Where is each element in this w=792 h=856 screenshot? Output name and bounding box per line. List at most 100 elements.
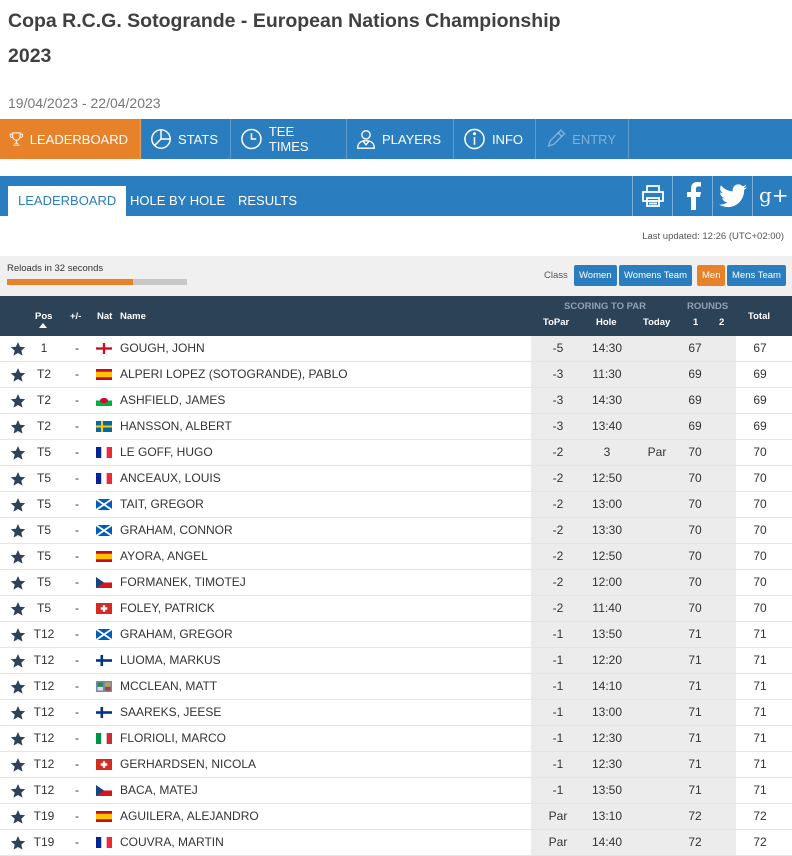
col-topar: ToPar bbox=[543, 317, 570, 328]
table-row[interactable]: T5 - AYORA, ANGEL -2 12:50 70 70 bbox=[0, 544, 792, 570]
cell-total: 70 bbox=[753, 575, 767, 589]
table-row[interactable]: T5 - LE GOFF, HUGO -2 3 Par 70 70 bbox=[0, 440, 792, 466]
col-round-1: 1 bbox=[693, 317, 699, 328]
favorite-star-icon[interactable] bbox=[10, 679, 26, 698]
table-row[interactable]: 1 - GOUGH, JOHN -5 14:30 67 67 bbox=[0, 336, 792, 362]
tab-leaderboard[interactable]: LEADERBOARD bbox=[8, 186, 127, 216]
table-row[interactable]: T12 - FLORIOLI, MARCO -1 12:30 71 71 bbox=[0, 726, 792, 752]
page-title: Copa R.C.G. Sotogrande - European Nation… bbox=[8, 10, 561, 67]
table-row[interactable]: T2 - ALPERI LOPEZ (SOTOGRANDE), PABLO -3 11:… bbox=[0, 362, 792, 388]
cell-name[interactable]: BACA, MATEJ bbox=[120, 778, 520, 803]
cell-name[interactable]: SAAREKS, JEESE bbox=[120, 700, 520, 725]
cell-name[interactable]: GOUGH, JOHN bbox=[120, 336, 520, 361]
class-women[interactable]: Women bbox=[574, 265, 617, 286]
table-row[interactable]: T12 - GRAHAM, GREGOR -1 13:50 71 71 bbox=[0, 622, 792, 648]
table-row[interactable]: T5 - GRAHAM, CONNOR -2 13:30 70 70 bbox=[0, 518, 792, 544]
table-row[interactable]: T5 - ANCEAUX, LOUIS -2 12:50 70 70 bbox=[0, 466, 792, 492]
cell-name[interactable]: COUVRA, MARTIN bbox=[120, 830, 520, 855]
cell-pos: T5 bbox=[36, 497, 51, 511]
cell-topar: -2 bbox=[552, 445, 564, 459]
cell-name[interactable]: HANSSON, ALBERT bbox=[120, 414, 520, 439]
favorite-star-icon[interactable] bbox=[10, 731, 26, 750]
tab-hole-by-hole[interactable]: HOLE BY HOLE bbox=[130, 186, 225, 216]
favorite-star-icon[interactable] bbox=[10, 471, 26, 490]
nav-tee-times[interactable]: TEE TIMES bbox=[231, 119, 347, 159]
cell-topar: -1 bbox=[552, 705, 564, 719]
tab-results[interactable]: RESULTS bbox=[238, 186, 297, 216]
favorite-star-icon[interactable] bbox=[10, 783, 26, 802]
favorite-star-icon[interactable] bbox=[10, 575, 26, 594]
table-row[interactable]: T12 - MCCLEAN, MATT -1 14:10 71 71 bbox=[0, 674, 792, 700]
favorite-star-icon[interactable] bbox=[10, 523, 26, 542]
cell-name[interactable]: GERHARDSEN, NICOLA bbox=[120, 752, 520, 777]
pie-chart-icon bbox=[151, 129, 171, 149]
cell-name[interactable]: ANCEAUX, LOUIS bbox=[120, 466, 520, 491]
table-row[interactable]: T12 - BACA, MATEJ -1 13:50 71 71 bbox=[0, 778, 792, 804]
favorite-star-icon[interactable] bbox=[10, 601, 26, 620]
google-plus-button[interactable]: g+ bbox=[752, 176, 792, 216]
favorite-star-icon[interactable] bbox=[10, 835, 26, 854]
cell-name[interactable]: GRAHAM, GREGOR bbox=[120, 622, 520, 647]
favorite-star-icon[interactable] bbox=[10, 419, 26, 438]
cell-change: - bbox=[75, 653, 79, 667]
nav-stats[interactable]: STATS bbox=[141, 119, 231, 159]
favorite-star-icon[interactable] bbox=[10, 341, 26, 360]
table-row[interactable]: T12 - SAAREKS, JEESE -1 13:00 71 71 bbox=[0, 700, 792, 726]
sub-nav: LEADERBOARD HOLE BY HOLE RESULTS g+ bbox=[0, 176, 792, 216]
favorite-star-icon[interactable] bbox=[10, 393, 26, 412]
cell-name[interactable]: AGUILERA, ALEJANDRO bbox=[120, 804, 520, 829]
twitter-button[interactable] bbox=[712, 176, 752, 216]
table-row[interactable]: T2 - ASHFIELD, JAMES -3 14:30 69 69 bbox=[0, 388, 792, 414]
flag-fra-icon bbox=[96, 447, 112, 458]
flag-irl-icon bbox=[96, 681, 112, 692]
col-change: +/- bbox=[70, 311, 82, 322]
favorite-star-icon[interactable] bbox=[10, 367, 26, 386]
cell-pos: T12 bbox=[33, 705, 55, 719]
favorite-star-icon[interactable] bbox=[10, 653, 26, 672]
cell-name[interactable]: GRAHAM, CONNOR bbox=[120, 518, 520, 543]
cell-change: - bbox=[75, 419, 79, 433]
favorite-star-icon[interactable] bbox=[10, 445, 26, 464]
class-mens-team[interactable]: Mens Team bbox=[727, 265, 786, 286]
nav-players-label: PLAYERS bbox=[381, 131, 441, 147]
favorite-star-icon[interactable] bbox=[10, 627, 26, 646]
favorite-star-icon[interactable] bbox=[10, 757, 26, 776]
table-row[interactable]: T12 - GERHARDSEN, NICOLA -1 12:30 71 71 bbox=[0, 752, 792, 778]
cell-name[interactable]: TAIT, GREGOR bbox=[120, 492, 520, 517]
table-row[interactable]: T19 - COUVRA, MARTIN Par 14:40 72 72 bbox=[0, 830, 792, 856]
favorite-star-icon[interactable] bbox=[10, 705, 26, 724]
facebook-button[interactable] bbox=[672, 176, 712, 216]
flag-eng-icon bbox=[96, 343, 112, 354]
cell-name[interactable]: LE GOFF, HUGO bbox=[120, 440, 520, 465]
table-row[interactable]: T19 - AGUILERA, ALEJANDRO Par 13:10 72 72 bbox=[0, 804, 792, 830]
cell-name[interactable]: FOLEY, PATRICK bbox=[120, 596, 520, 621]
print-button[interactable] bbox=[632, 176, 672, 216]
cell-total: 71 bbox=[753, 705, 767, 719]
col-pos[interactable]: Pos bbox=[35, 311, 52, 322]
cell-name[interactable]: LUOMA, MARKUS bbox=[120, 648, 520, 673]
table-row[interactable]: T2 - HANSSON, ALBERT -3 13:40 69 69 bbox=[0, 414, 792, 440]
table-row[interactable]: T5 - FOLEY, PATRICK -2 11:40 70 70 bbox=[0, 596, 792, 622]
cell-r1: 70 bbox=[688, 471, 702, 485]
cell-name[interactable]: MCCLEAN, MATT bbox=[120, 674, 520, 699]
cell-name[interactable]: AYORA, ANGEL bbox=[120, 544, 520, 569]
nav-info[interactable]: INFO bbox=[454, 119, 536, 159]
favorite-star-icon[interactable] bbox=[10, 809, 26, 828]
col-hole: Hole bbox=[596, 317, 617, 328]
favorite-star-icon[interactable] bbox=[10, 549, 26, 568]
nav-leaderboard[interactable]: LEADERBOARD bbox=[0, 119, 141, 159]
favorite-star-icon[interactable] bbox=[10, 497, 26, 516]
table-row[interactable]: T5 - TAIT, GREGOR -2 13:00 70 70 bbox=[0, 492, 792, 518]
cell-change: - bbox=[75, 627, 79, 641]
class-men[interactable]: Men bbox=[697, 265, 726, 286]
cell-name[interactable]: FORMANEK, TIMOTEJ bbox=[120, 570, 520, 595]
table-row[interactable]: T5 - FORMANEK, TIMOTEJ -2 12:00 70 70 bbox=[0, 570, 792, 596]
nav-entry[interactable]: ENTRY bbox=[536, 119, 629, 159]
cell-r1: 69 bbox=[688, 393, 702, 407]
class-womens-team[interactable]: Womens Team bbox=[619, 265, 693, 286]
cell-name[interactable]: ASHFIELD, JAMES bbox=[120, 388, 520, 413]
table-row[interactable]: T12 - LUOMA, MARKUS -1 12:20 71 71 bbox=[0, 648, 792, 674]
nav-players[interactable]: PLAYERS bbox=[347, 119, 454, 159]
cell-name[interactable]: FLORIOLI, MARCO bbox=[120, 726, 520, 751]
cell-name[interactable]: ALPERI LOPEZ (SOTOGRANDE), PABLO bbox=[120, 362, 520, 387]
